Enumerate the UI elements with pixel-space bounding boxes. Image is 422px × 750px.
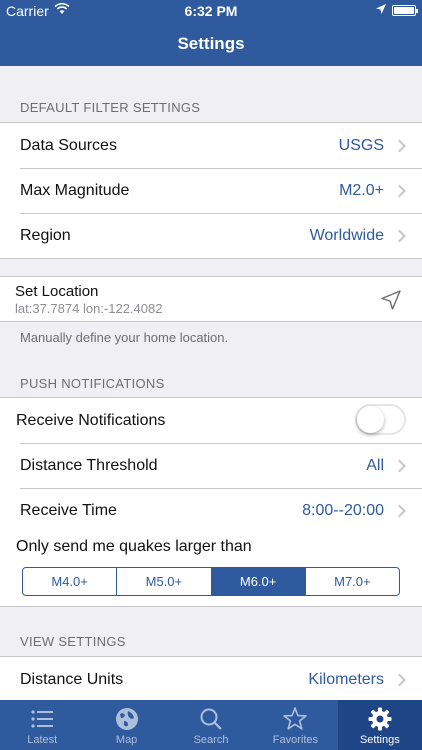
tab-label: Favorites bbox=[272, 734, 319, 746]
star-icon bbox=[283, 707, 308, 730]
row-value: M2.0+ bbox=[339, 181, 384, 199]
search-icon bbox=[200, 708, 222, 730]
segment-m5[interactable]: M5.0+ bbox=[116, 568, 210, 595]
tab-latest[interactable]: Latest bbox=[0, 700, 84, 750]
row-label: Distance Units bbox=[20, 670, 124, 688]
row-value: Worldwide bbox=[309, 226, 384, 244]
location-coordinates: lat:37.7874 lon:-122.4082 bbox=[15, 301, 163, 316]
receive-time-row[interactable]: Receive Time 8:00--20:00 bbox=[0, 488, 422, 533]
globe-icon bbox=[115, 708, 138, 730]
page-title: Settings bbox=[177, 34, 245, 53]
list-icon bbox=[31, 710, 54, 728]
chevron-right-icon bbox=[393, 184, 406, 197]
data-sources-row[interactable]: Data Sources USGS bbox=[0, 123, 422, 168]
row-value: All bbox=[366, 456, 384, 474]
tab-search[interactable]: Search bbox=[169, 700, 253, 750]
row-label: Data Sources bbox=[20, 136, 117, 154]
filter-settings-group: Data Sources USGS Max Magnitude M2.0+ Re… bbox=[0, 122, 422, 259]
chevron-right-icon bbox=[393, 459, 406, 472]
receive-notifications-row: Receive Notifications bbox=[0, 398, 422, 443]
chevron-right-icon bbox=[393, 504, 406, 517]
quake-size-label: Only send me quakes larger than bbox=[16, 538, 252, 555]
filter-section-header: DEFAULT FILTER SETTINGS bbox=[20, 100, 201, 115]
max-magnitude-row[interactable]: Max Magnitude M2.0+ bbox=[0, 168, 422, 213]
clock: 6:32 PM bbox=[184, 3, 238, 19]
nav-bar: Settings bbox=[0, 22, 422, 66]
toggle-knob bbox=[357, 406, 384, 433]
segment-m6[interactable]: M6.0+ bbox=[210, 568, 305, 595]
location-arrow-icon[interactable] bbox=[380, 289, 402, 311]
row-label: Receive Notifications bbox=[16, 411, 166, 429]
location-note: Manually define your home location. bbox=[20, 330, 229, 345]
chevron-right-icon bbox=[393, 673, 406, 686]
distance-threshold-row[interactable]: Distance Threshold All bbox=[0, 443, 422, 488]
row-value: Kilometers bbox=[308, 670, 384, 688]
row-label: Receive Time bbox=[20, 501, 117, 519]
row-label: Max Magnitude bbox=[20, 181, 130, 199]
tab-bar: Latest Map Search Favorites Settings bbox=[0, 700, 422, 750]
magnitude-segmented-control: M4.0+ M5.0+ M6.0+ M7.0+ bbox=[22, 567, 400, 596]
segment-m7[interactable]: M7.0+ bbox=[304, 568, 399, 595]
tab-label: Search bbox=[193, 734, 229, 746]
row-label: Region bbox=[20, 226, 71, 244]
tab-favorites[interactable]: Favorites bbox=[253, 700, 337, 750]
tab-label: Map bbox=[115, 734, 138, 746]
location-services-icon bbox=[376, 4, 386, 14]
set-location-label: Set Location bbox=[15, 283, 99, 300]
region-row[interactable]: Region Worldwide bbox=[0, 213, 422, 258]
battery-icon bbox=[392, 5, 418, 16]
receive-notifications-toggle[interactable] bbox=[355, 404, 406, 435]
row-value: 8:00--20:00 bbox=[302, 501, 384, 519]
view-section-header: VIEW SETTINGS bbox=[20, 634, 126, 649]
distance-units-row[interactable]: Distance Units Kilometers bbox=[0, 657, 422, 702]
set-location-row[interactable]: Set Location lat:37.7874 lon:-122.4082 bbox=[0, 277, 422, 321]
tab-settings[interactable]: Settings bbox=[337, 700, 422, 750]
gear-icon bbox=[368, 707, 392, 731]
row-value: USGS bbox=[338, 136, 384, 154]
push-section-header: PUSH NOTIFICATIONS bbox=[20, 376, 165, 391]
segment-m4[interactable]: M4.0+ bbox=[23, 568, 116, 595]
tab-label: Settings bbox=[359, 734, 400, 746]
tab-map[interactable]: Map bbox=[84, 700, 168, 750]
view-settings-group: Distance Units Kilometers bbox=[0, 656, 422, 702]
row-label: Distance Threshold bbox=[20, 456, 158, 474]
location-group: Set Location lat:37.7874 lon:-122.4082 bbox=[0, 276, 422, 322]
status-bar: Carrier 6:32 PM bbox=[0, 0, 422, 22]
tab-label: Latest bbox=[27, 734, 58, 746]
chevron-right-icon bbox=[393, 229, 406, 242]
chevron-right-icon bbox=[393, 139, 406, 152]
